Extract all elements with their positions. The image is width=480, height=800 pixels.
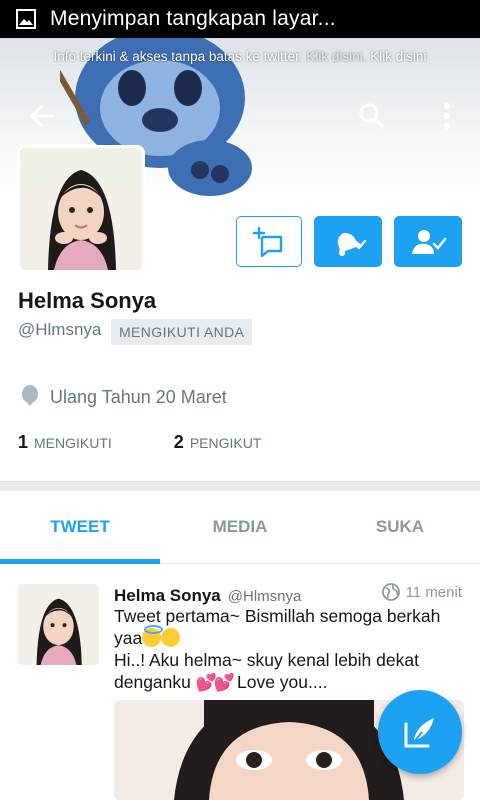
- following-button[interactable]: [394, 216, 462, 267]
- profile-tabs: TWEET MEDIA SUKA: [0, 491, 480, 564]
- follows-you-badge: MENGIKUTI ANDA: [111, 319, 253, 345]
- followers-stat[interactable]: 2 PENGIKUT: [174, 432, 262, 453]
- more-options-button[interactable]: [429, 98, 465, 134]
- image-icon: [16, 9, 36, 29]
- smiling-halo-emoji-icon: [142, 625, 164, 647]
- notice-link-2[interactable]: Klik disini: [370, 49, 426, 64]
- notifications-button[interactable]: [314, 216, 382, 267]
- compose-tweet-button[interactable]: [378, 690, 462, 774]
- arrow-left-icon: [30, 105, 54, 127]
- tab-media[interactable]: MEDIA: [160, 491, 320, 563]
- tweet-author-handle: @Hlmsnya: [227, 588, 302, 605]
- avatar-photo: [20, 148, 142, 270]
- direct-message-button[interactable]: [236, 216, 302, 267]
- search-icon: [359, 103, 385, 129]
- search-button[interactable]: [354, 98, 390, 134]
- smiling-emoji-icon: [161, 628, 181, 647]
- birthday-text: Ulang Tahun 20 Maret: [50, 386, 227, 407]
- user-check-icon: [412, 229, 447, 254]
- tweet-time-text: 11 menit: [405, 583, 462, 601]
- banner-notice[interactable]: Info terkini & akses tanpa batas ke twit…: [0, 49, 480, 64]
- notice-link-1[interactable]: Klik disini.: [306, 49, 366, 64]
- more-vertical-icon: [444, 103, 450, 129]
- followers-count: 2: [173, 432, 184, 452]
- tab-likes[interactable]: SUKA: [320, 491, 480, 563]
- following-label: MENGIKUTI: [34, 435, 112, 451]
- following-stat[interactable]: 1 MENGIKUTI: [18, 432, 112, 453]
- tab-tweet[interactable]: TWEET: [0, 491, 160, 564]
- followers-label: PENGIKUT: [189, 435, 262, 451]
- tweet-avatar[interactable]: [18, 584, 99, 665]
- tweet-timestamp: 11 menit: [381, 583, 462, 601]
- birthday-row: Ulang Tahun 20 Maret: [20, 385, 227, 409]
- back-button[interactable]: [24, 98, 60, 134]
- status-bar: Menyimpan tangkapan layar...: [0, 0, 480, 38]
- section-divider: [0, 481, 480, 491]
- two-hearts-emoji-icon: 💕💕: [195, 673, 235, 692]
- globe-icon: [381, 583, 400, 601]
- compose-tweet-icon: [404, 718, 434, 748]
- tweet-line-3: Love you....: [236, 672, 328, 692]
- tweet-header: Helma Sonya @Hlmsnya 11 menit: [114, 583, 462, 606]
- following-count: 1: [18, 432, 29, 452]
- bell-check-icon: [337, 232, 367, 256]
- tweet-author-name[interactable]: Helma Sonya: [114, 586, 221, 606]
- profile-name: Helma Sonya: [18, 288, 157, 313]
- profile-handle: @Hlmsnya: [18, 320, 102, 339]
- profile-stats: 1 MENGIKUTI 2 PENGIKUT: [18, 432, 261, 453]
- tweet-avatar-photo: [18, 584, 99, 665]
- balloon-icon: [22, 385, 38, 406]
- profile-avatar[interactable]: [17, 145, 145, 273]
- status-bar-text: Menyimpan tangkapan layar...: [50, 7, 336, 30]
- notice-text: Info terkini & akses tanpa batas ke twit…: [53, 49, 303, 64]
- direct-message-icon: [253, 226, 283, 257]
- tweet-text: Tweet pertama~ Bismillah semoga berkah y…: [114, 605, 464, 694]
